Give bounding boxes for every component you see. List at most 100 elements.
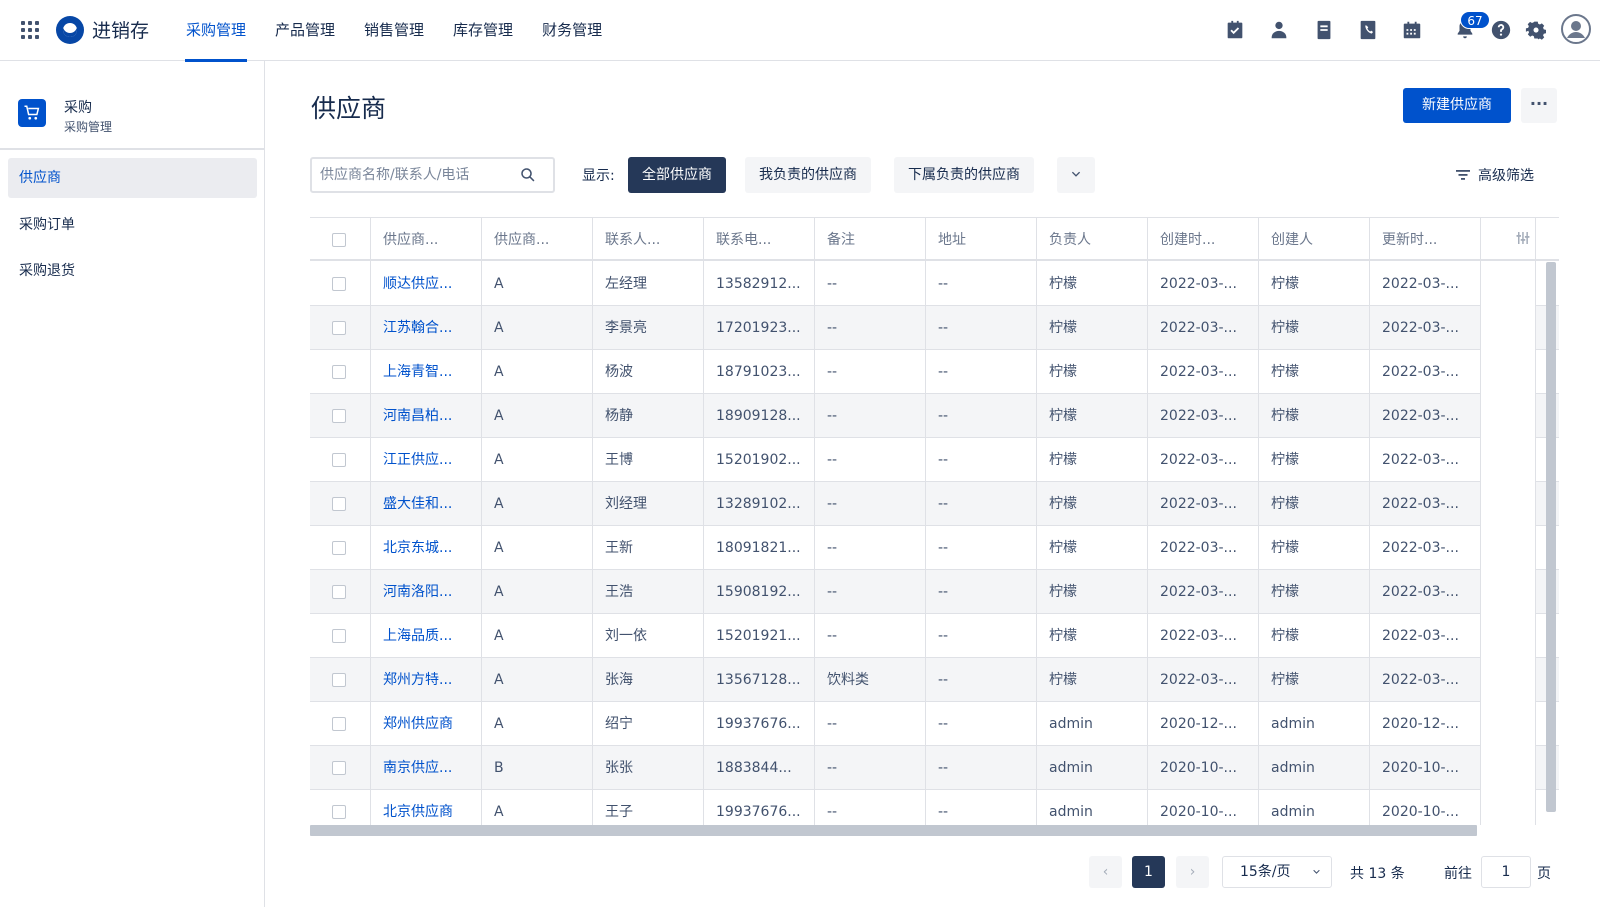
cell-supplier-level: A [482,350,593,394]
page-1-button[interactable]: 1 [1132,856,1165,888]
segment-subordinate-suppliers[interactable]: 下属负责的供应商 [894,157,1034,193]
row-checkbox[interactable] [332,629,346,643]
segment-my-suppliers[interactable]: 我负责的供应商 [745,157,871,193]
help-icon[interactable] [1490,19,1512,41]
task-check-icon[interactable] [1224,19,1246,41]
row-checkbox[interactable] [332,409,346,423]
search-input[interactable] [312,159,512,191]
cell-owner: 柠檬 [1037,350,1148,394]
table-row[interactable]: 南京供应... B 张张 1883844... -- -- admin 2020-10-...… [310,746,1559,790]
table-row[interactable]: 上海青智... A 杨波 18791023... -- -- 柠檬 2022-03-... 柠檬… [310,350,1559,394]
cell-owner: admin [1037,746,1148,790]
more-actions-button[interactable]: ··· [1521,88,1557,123]
table-row[interactable]: 郑州供应商 A 绍宁 19937676... -- -- admin 2020-12-... a… [310,702,1559,746]
cell-supplier-name[interactable]: 郑州供应商 [371,702,482,746]
contacts-icon[interactable] [1268,19,1290,41]
column-header-address[interactable]: 地址 [926,218,1037,262]
cell-supplier-name[interactable]: 北京东城... [371,526,482,570]
row-checkbox[interactable] [332,277,346,291]
row-checkbox[interactable] [332,497,346,511]
table-row[interactable]: 北京东城... A 王新 18091821... -- -- 柠檬 2022-03-... 柠檬… [310,526,1559,570]
cell-created-at: 2022-03-... [1148,262,1259,306]
goto-page-input[interactable] [1481,856,1531,888]
column-header-updated-at[interactable]: 更新时... [1370,218,1481,262]
cell-supplier-name[interactable]: 河南洛阳... [371,570,482,614]
row-checkbox[interactable] [332,453,346,467]
sidebar-item-purchase-orders[interactable]: 采购订单 [8,205,257,245]
column-header-supplier-level[interactable]: 供应商... [482,218,593,262]
sidebar: 采购 采购管理 供应商 采购订单 采购退货 [0,61,265,907]
sidebar-item-purchase-returns[interactable]: 采购退货 [8,251,257,291]
cell-supplier-name[interactable]: 北京供应商 [371,790,482,825]
column-header-contact[interactable]: 联系人... [593,218,704,262]
horizontal-scrollbar[interactable] [310,825,1477,836]
cell-supplier-name[interactable]: 郑州方特... [371,658,482,702]
cell-supplier-name[interactable]: 上海青智... [371,350,482,394]
segment-dropdown[interactable] [1057,157,1095,193]
advanced-filter-link[interactable]: 高级筛选 [1478,165,1534,185]
nav-item-inventory[interactable]: 库存管理 [443,0,523,61]
new-supplier-button[interactable]: 新建供应商 [1403,88,1511,123]
column-header-created-at[interactable]: 创建时... [1148,218,1259,262]
row-checkbox[interactable] [332,541,346,555]
row-checkbox[interactable] [332,761,346,775]
phone-icon[interactable] [1357,19,1379,41]
segment-all-suppliers[interactable]: 全部供应商 [628,157,726,193]
cell-created-at: 2022-03-... [1148,438,1259,482]
cell-supplier-name[interactable]: 盛大佳和... [371,482,482,526]
column-header-owner[interactable]: 负责人 [1037,218,1148,262]
nav-item-product[interactable]: 产品管理 [265,0,345,61]
prev-page-button[interactable]: ‹ [1089,856,1122,888]
column-settings-icon[interactable] [1516,231,1530,245]
cell-supplier-name[interactable]: 南京供应... [371,746,482,790]
table-row[interactable]: 河南昌柏... A 杨静 18909128... -- -- 柠檬 2022-03-... 柠檬… [310,394,1559,438]
row-tail-cell [1481,438,1536,482]
table-row[interactable]: 河南洛阳... A 王浩 15908192... -- -- 柠檬 2022-03-... 柠檬… [310,570,1559,614]
column-header-supplier-name[interactable]: 供应商... [371,218,482,262]
avatar-icon[interactable] [1561,14,1591,44]
calendar-icon[interactable] [1401,19,1423,41]
table-row[interactable]: 江正供应... A 王博 15201902... -- -- 柠檬 2022-03-... 柠檬… [310,438,1559,482]
cell-supplier-name[interactable]: 顺达供应... [371,262,482,306]
vertical-scrollbar[interactable] [1546,262,1556,812]
row-checkbox[interactable] [332,365,346,379]
cell-supplier-name[interactable]: 河南昌柏... [371,394,482,438]
cell-created-at: 2022-03-... [1148,526,1259,570]
page-size-select[interactable]: 15条/页 [1222,856,1332,888]
select-all-checkbox[interactable] [332,233,346,247]
nav-item-sales[interactable]: 销售管理 [354,0,434,61]
app-grid-icon[interactable] [21,21,39,39]
cell-supplier-name[interactable]: 江苏翰合... [371,306,482,350]
cell-address: -- [926,614,1037,658]
row-checkbox[interactable] [332,321,346,335]
document-icon[interactable] [1313,19,1335,41]
filter-icon[interactable] [1456,169,1470,181]
cell-supplier-name[interactable]: 上海品质... [371,614,482,658]
search-box [310,157,555,193]
table-row[interactable]: 顺达供应... A 左经理 13582912... -- -- 柠檬 2022-03-... 柠… [310,262,1559,306]
table-row[interactable]: 江苏翰合... A 李景亮 17201923... -- -- 柠檬 2022-03-... 柠… [310,306,1559,350]
cell-supplier-name[interactable]: 江正供应... [371,438,482,482]
table-row[interactable]: 郑州方特... A 张海 13567128... 饮料类 -- 柠檬 2022-03-... 柠… [310,658,1559,702]
column-header-creator[interactable]: 创建人 [1259,218,1370,262]
cell-phone: 19937676... [704,702,815,746]
cell-created-at: 2020-12-... [1148,702,1259,746]
cell-supplier-level: A [482,438,593,482]
row-tail-cell [1481,350,1536,394]
settings-icon[interactable] [1525,19,1547,41]
column-header-phone[interactable]: 联系电... [704,218,815,262]
next-page-button[interactable]: › [1176,856,1209,888]
table-row[interactable]: 上海品质... A 刘一依 15201921... -- -- 柠檬 2022-03-... 柠… [310,614,1559,658]
nav-item-purchase[interactable]: 采购管理 [176,0,256,62]
nav-item-finance[interactable]: 财务管理 [532,0,612,61]
cell-owner: 柠檬 [1037,262,1148,306]
row-checkbox[interactable] [332,673,346,687]
sidebar-item-suppliers[interactable]: 供应商 [8,158,257,198]
table-row[interactable]: 北京供应商 A 王子 19937676... -- -- admin 2020-10-... a… [310,790,1559,825]
column-header-remark[interactable]: 备注 [815,218,926,262]
row-checkbox[interactable] [332,805,346,819]
table-row[interactable]: 盛大佳和... A 刘经理 13289102... -- -- 柠檬 2022-03-... 柠… [310,482,1559,526]
row-checkbox[interactable] [332,585,346,599]
row-checkbox[interactable] [332,717,346,731]
search-icon[interactable] [519,166,537,184]
